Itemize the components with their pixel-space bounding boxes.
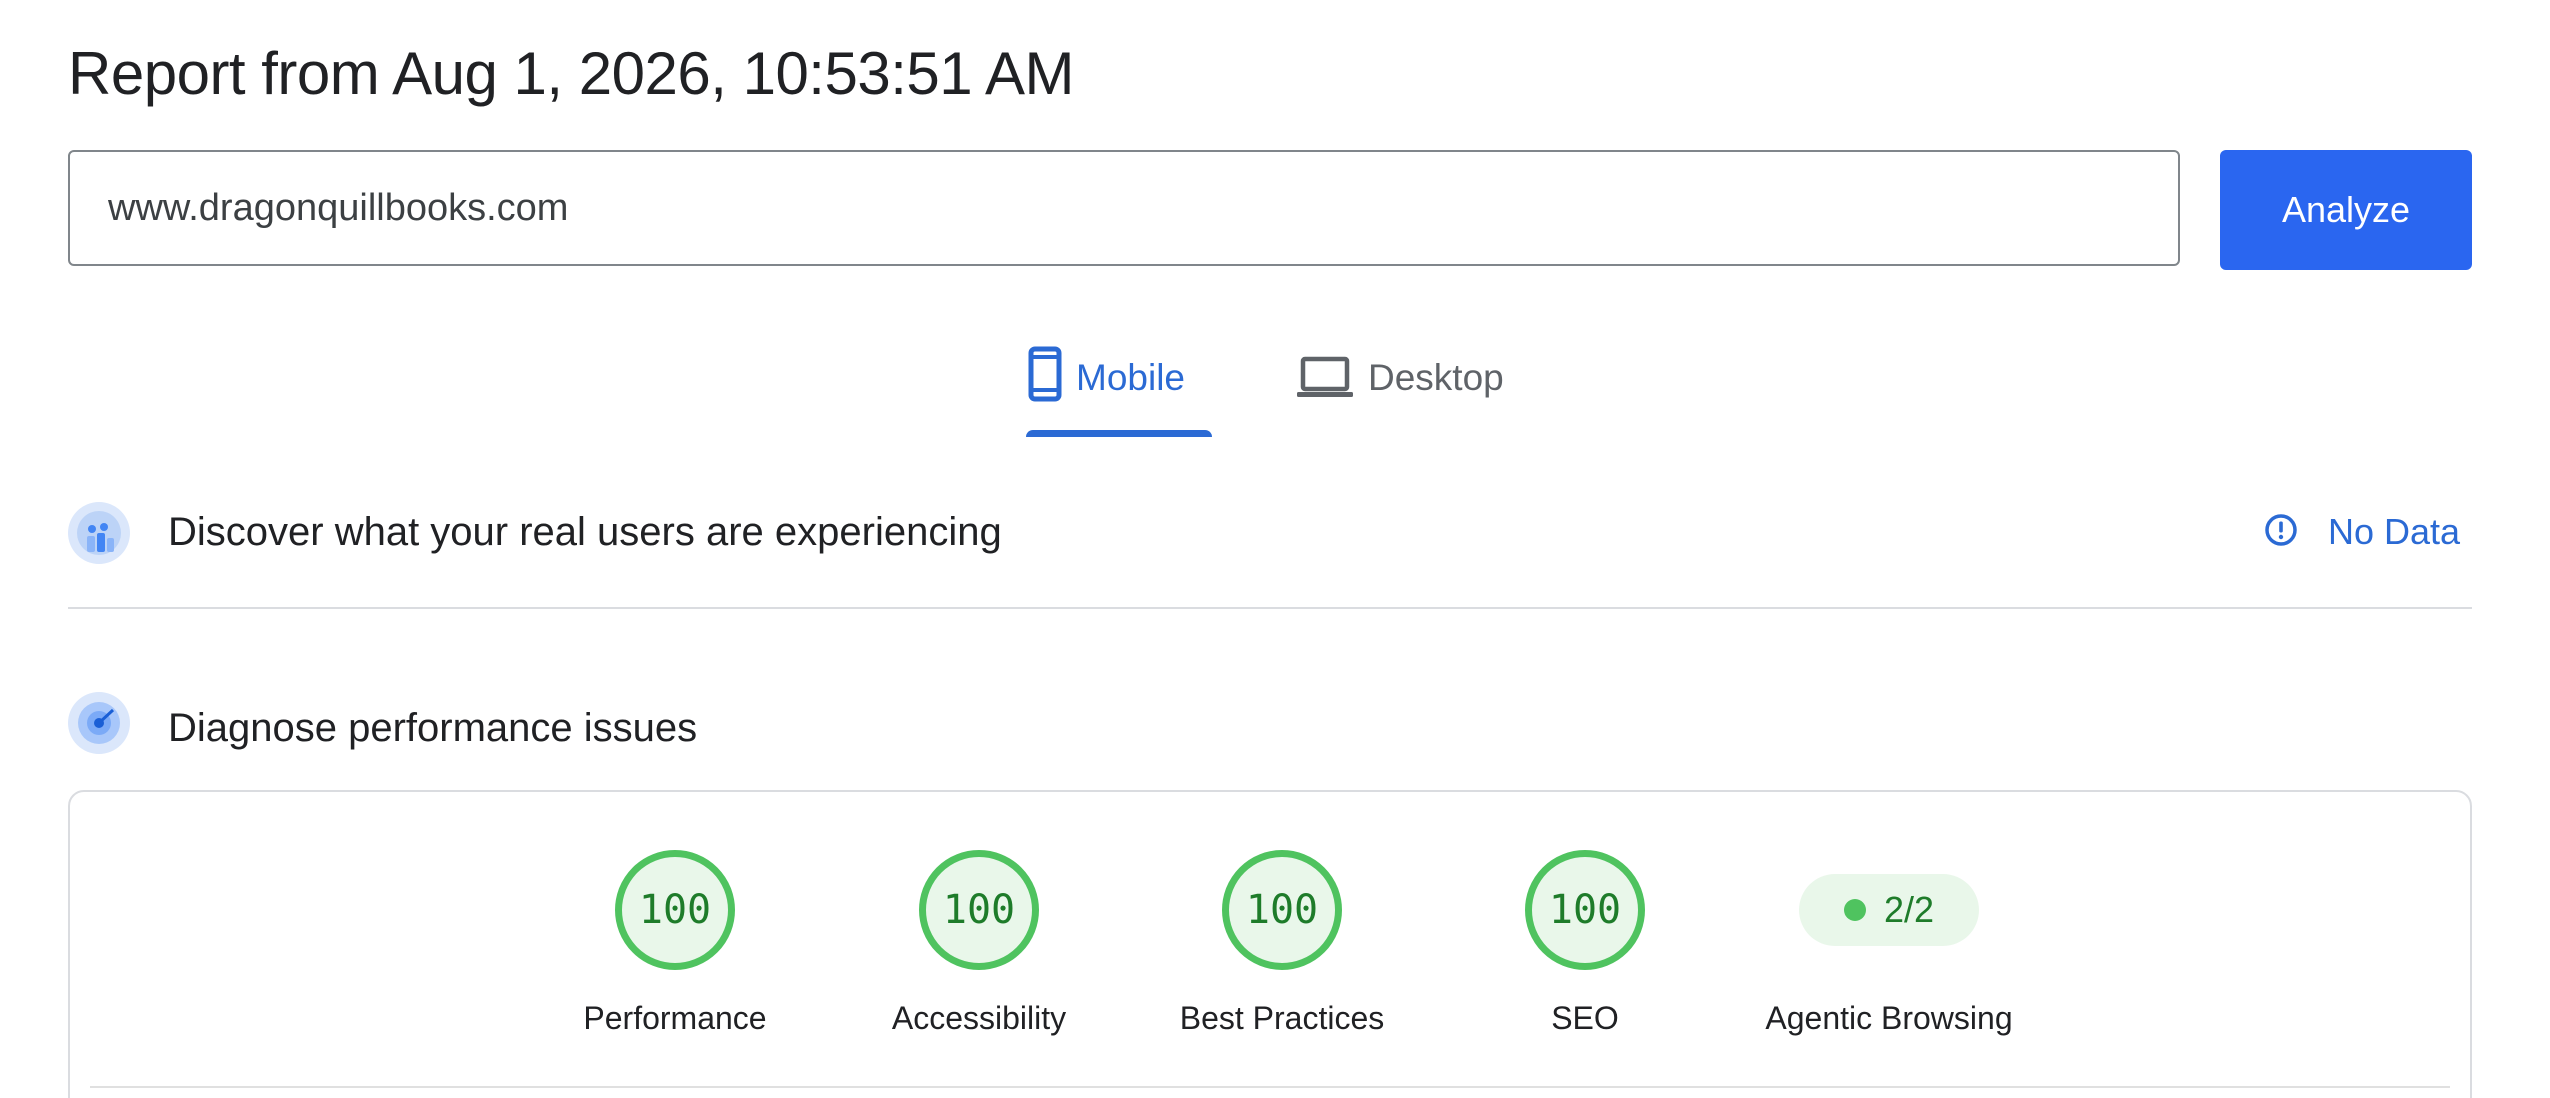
agentic-browsing-score[interactable]: 2/2 Agentic Browsing xyxy=(1739,850,2039,1050)
tab-mobile[interactable]: Mobile xyxy=(1028,346,1185,442)
section-divider xyxy=(68,607,2472,609)
tab-mobile-label: Mobile xyxy=(1076,357,1185,398)
phone-icon xyxy=(1028,346,1062,407)
score-value: 100 xyxy=(942,887,1016,933)
info-icon xyxy=(2264,513,2298,552)
no-data-link[interactable]: No Data xyxy=(2264,502,2460,562)
score-value: 100 xyxy=(638,887,712,933)
real-users-icon xyxy=(68,502,130,564)
score-value: 100 xyxy=(1245,887,1319,933)
active-tab-indicator xyxy=(1026,430,1212,437)
score-gauge: 100 xyxy=(1222,850,1342,970)
performance-gauge[interactable]: 100 Performance xyxy=(525,850,825,1050)
tab-desktop-label: Desktop xyxy=(1368,357,1504,398)
field-data-heading: Discover what your real users are experi… xyxy=(168,510,1002,554)
agentic-score-pill: 2/2 xyxy=(1799,874,1979,946)
score-label: Accessibility xyxy=(891,1000,1067,1036)
agentic-score-value: 2/2 xyxy=(1883,889,1935,930)
no-data-label: No Data xyxy=(2328,511,2461,552)
report-title: Report from Aug 1, 2026, 10:53:51 AM xyxy=(68,40,1074,107)
laptop-icon xyxy=(1296,356,1354,405)
score-gauge: 100 xyxy=(1525,850,1645,970)
diagnose-icon xyxy=(68,692,130,754)
card-divider xyxy=(90,1086,2450,1088)
score-label: SEO xyxy=(1551,1000,1619,1036)
best-practices-gauge[interactable]: 100 Best Practices xyxy=(1132,850,1432,1050)
score-gauge: 100 xyxy=(919,850,1039,970)
seo-gauge[interactable]: 100 SEO xyxy=(1435,850,1735,1050)
score-label: Performance xyxy=(583,1000,767,1036)
score-label: Best Practices xyxy=(1179,1000,1385,1036)
tab-desktop[interactable]: Desktop xyxy=(1296,346,1504,442)
agentic-score-label: Agentic Browsing xyxy=(1765,1000,2013,1036)
score-gauge: 100 xyxy=(615,850,735,970)
pass-dot-icon xyxy=(1843,899,1866,921)
accessibility-gauge[interactable]: 100 Accessibility xyxy=(829,850,1129,1050)
score-value: 100 xyxy=(1548,887,1622,933)
pagespeed-report-page: Report from Aug 1, 2026, 10:53:51 AM Ana… xyxy=(0,0,2550,1098)
analyze-button[interactable]: Analyze xyxy=(2220,150,2472,270)
url-input[interactable] xyxy=(68,150,2180,266)
diagnose-heading: Diagnose performance issues xyxy=(168,706,698,750)
